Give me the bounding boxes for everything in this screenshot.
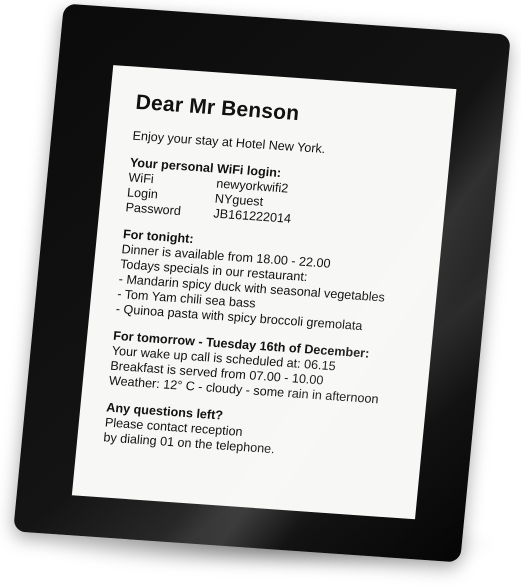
tonight-line: - Quinoa pasta with spicy broccoli gremo… (115, 301, 364, 334)
wifi-row-login: Login NYguest (126, 185, 447, 222)
letter-content: Dear Mr Benson Enjoy your stay at Hotel … (103, 91, 456, 468)
tomorrow-section: For tomorrow - Tuesday 16th of December:… (108, 329, 433, 411)
questions-heading: Any questions left? (105, 400, 224, 423)
wifi-heading: Your personal WiFi login: (129, 155, 282, 181)
tomorrow-line: Weather: 12° C - cloudy - some rain in a… (108, 373, 380, 407)
tomorrow-line: Breakfast is served from 07.00 - 10.00 (109, 358, 325, 388)
wifi-row-network: WiFi newyorkwifi2 (128, 170, 449, 207)
display-screen: Dear Mr Benson Enjoy your stay at Hotel … (71, 65, 457, 520)
tonight-section: For tonight: Dinner is available from 18… (115, 227, 443, 339)
tonight-heading: For tonight: (122, 227, 195, 247)
tonight-line: Dinner is available from 18.00 - 22.00 (120, 242, 332, 271)
wifi-value: newyorkwifi2 (215, 176, 289, 196)
tomorrow-heading: For tomorrow - Tuesday 16th of December: (112, 328, 370, 361)
password-value: JB161222014 (212, 206, 292, 226)
tonight-line: - Mandarin spicy duck with seasonal vege… (118, 272, 386, 305)
wifi-label: WiFi (127, 170, 155, 187)
tonight-line: - Tom Yam chili sea bass (116, 286, 257, 311)
welcome-text: Enjoy your stay at Hotel New York. (131, 128, 326, 157)
scene: Dear Mr Benson Enjoy your stay at Hotel … (0, 0, 521, 588)
password-label: Password (125, 200, 182, 219)
questions-section: Any questions left? Please contact recep… (103, 400, 427, 467)
login-label: Login (126, 185, 159, 202)
display-frame: Dear Mr Benson Enjoy your stay at Hotel … (13, 3, 511, 563)
questions-line: Please contact reception (104, 415, 244, 439)
greeting-title: Dear Mr Benson (134, 90, 301, 126)
wifi-section: Your personal WiFi login: WiFi newyorkwi… (125, 156, 450, 238)
tonight-line: Todays specials in our restaurant: (119, 257, 309, 285)
questions-line: by dialing 01 on the telephone. (102, 430, 276, 457)
login-value: NYguest (214, 191, 264, 209)
tomorrow-line: Your wake up call is scheduled at: 06.15 (111, 343, 337, 374)
wifi-row-password: Password JB161222014 (125, 200, 446, 237)
